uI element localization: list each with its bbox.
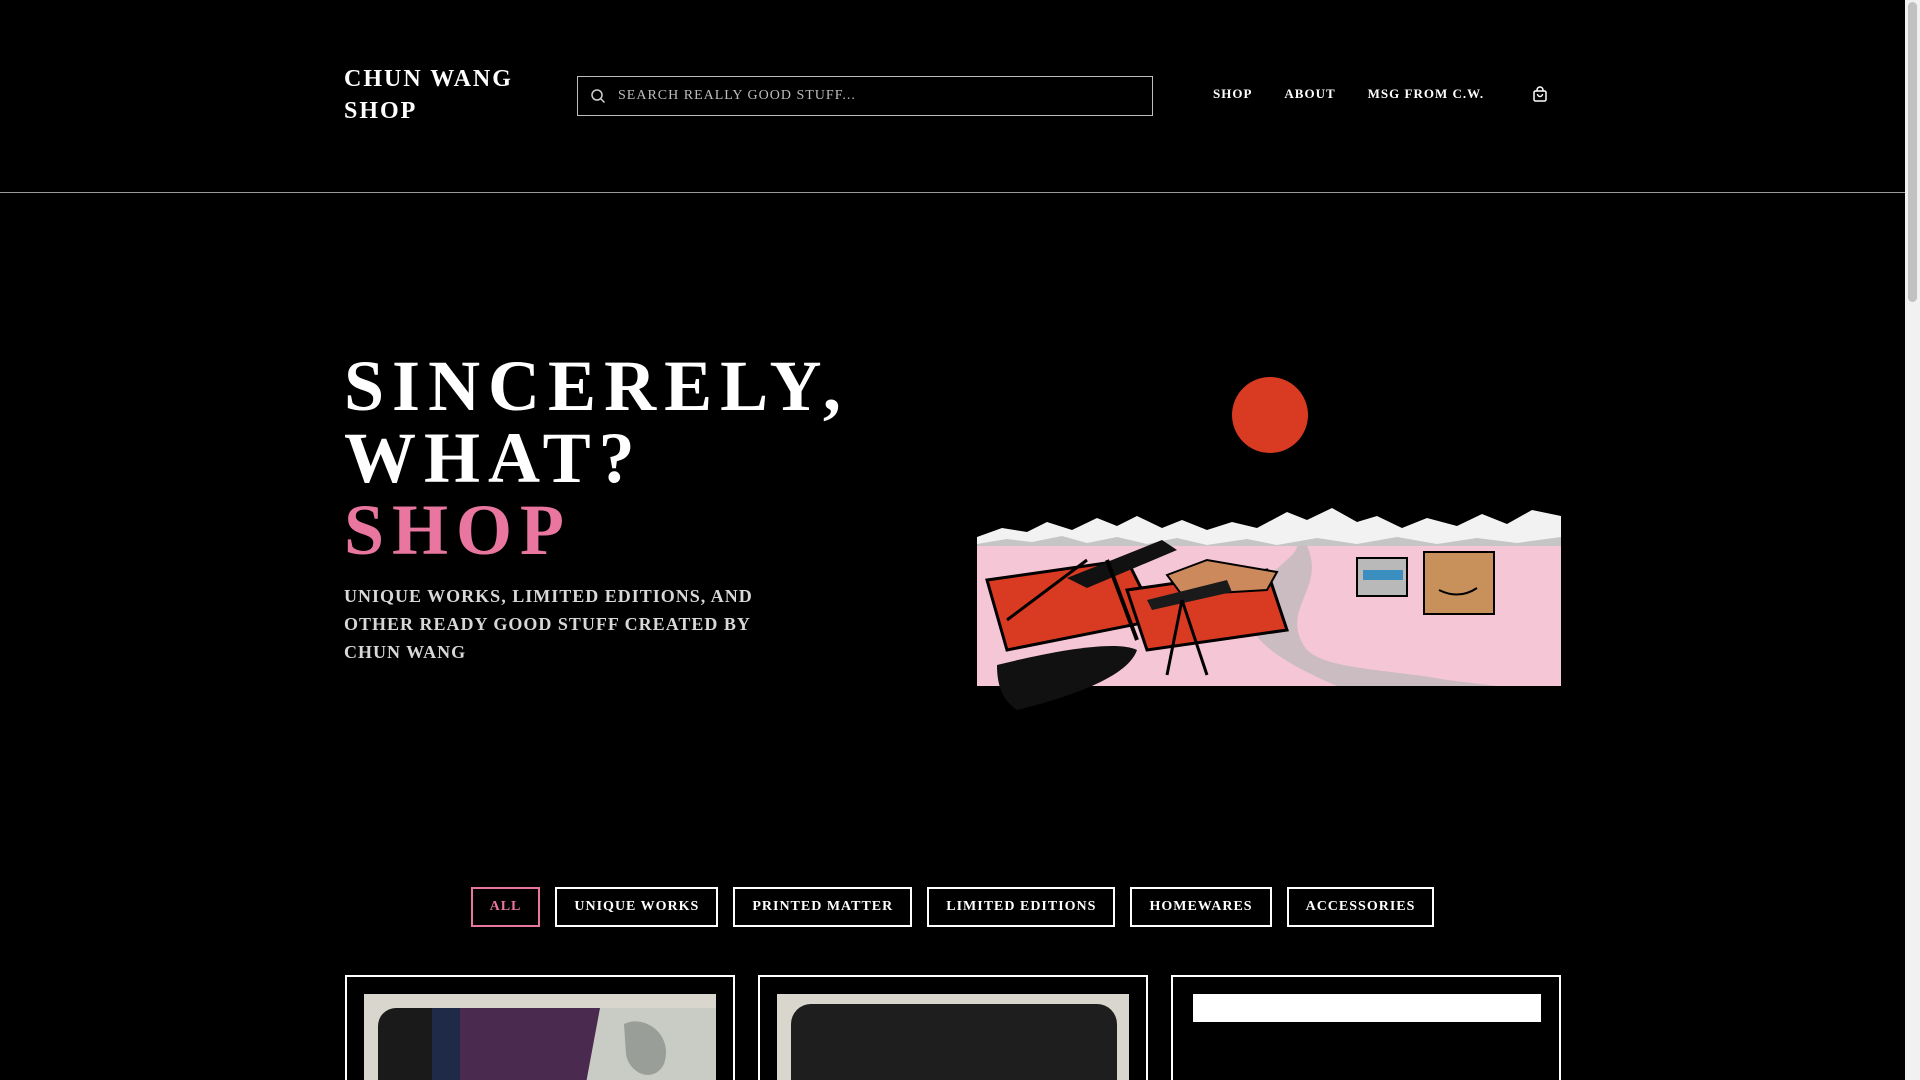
filter-homewares[interactable]: HOMEWARES — [1130, 887, 1272, 927]
scrollbar[interactable] — [1905, 0, 1920, 1080]
filter-printed-matter[interactable]: PRINTED MATTER — [733, 887, 913, 927]
filter-limited-editions[interactable]: LIMITED EDITIONS — [927, 887, 1116, 927]
search-icon — [591, 89, 606, 104]
search-input[interactable] — [618, 88, 1138, 104]
category-filters: ALL UNIQUE WORKS PRINTED MATTER LIMITED … — [0, 887, 1905, 927]
hero-subtitle: UNIQUE WORKS, LIMITED EDITIONS, AND OTHE… — [344, 586, 753, 662]
product-card[interactable] — [1171, 975, 1561, 1080]
page: CHUN WANG SHOP SHOP ABOUT MSG FROM C.W. … — [0, 0, 1905, 1080]
hero-title-line2: WHAT? — [344, 418, 643, 498]
product-image — [777, 994, 1129, 1080]
product-card[interactable] — [758, 975, 1148, 1080]
filter-unique-works[interactable]: UNIQUE WORKS — [555, 887, 719, 927]
filter-accessories[interactable]: ACCESSORIES — [1286, 887, 1435, 927]
product-image — [1190, 994, 1542, 1080]
site-logo[interactable]: CHUN WANG SHOP — [344, 63, 544, 127]
product-card[interactable] — [345, 975, 735, 1080]
desert-landscape-illustration — [977, 290, 1561, 730]
shopping-bag-icon[interactable] — [1531, 86, 1549, 104]
site-header: CHUN WANG SHOP SHOP ABOUT MSG FROM C.W. — [0, 0, 1905, 193]
nav-about[interactable]: ABOUT — [1284, 86, 1335, 102]
product-image — [364, 994, 716, 1080]
hero-title-line3: SHOP — [344, 490, 573, 570]
main-nav: SHOP ABOUT MSG FROM C.W. — [1213, 86, 1516, 102]
hero-title: SINCERELY, WHAT? SHOP — [344, 350, 849, 566]
nav-msg-from-cw[interactable]: MSG FROM C.W. — [1368, 86, 1485, 102]
nav-shop[interactable]: SHOP — [1213, 86, 1252, 102]
filter-all[interactable]: ALL — [470, 887, 541, 927]
scrollbar-thumb[interactable] — [1908, 2, 1917, 302]
hero-title-line1: SINCERELY, — [344, 346, 849, 426]
search-box[interactable] — [577, 76, 1153, 116]
